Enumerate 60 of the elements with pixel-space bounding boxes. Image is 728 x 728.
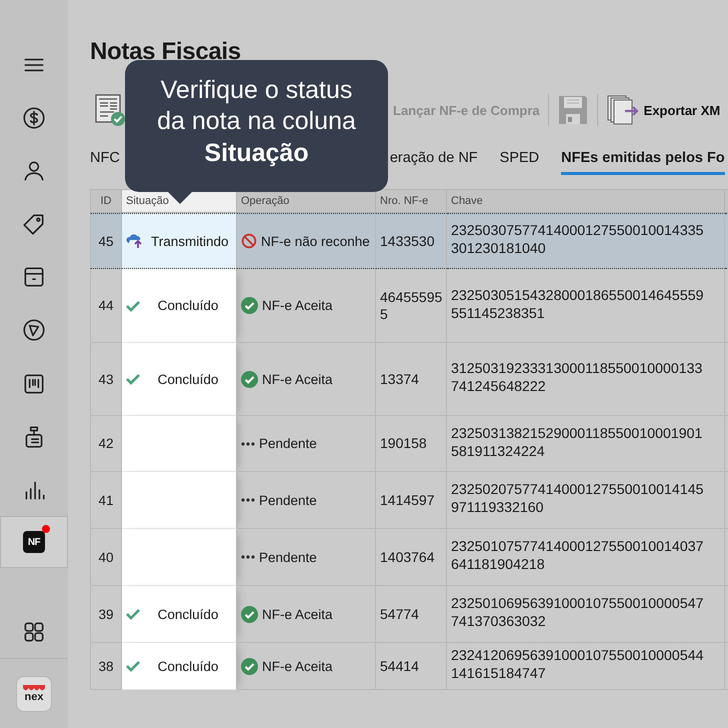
access-key: 23241206956391000107550010000544141615184747 — [451, 648, 706, 684]
cloud-upload-icon — [126, 233, 144, 249]
id-cell: 45 — [90, 213, 122, 269]
invoice-number: 464555955 — [380, 288, 443, 322]
check-circle-icon — [241, 370, 258, 388]
access-key: 23250207577414000127550010014145971119332160 — [451, 482, 706, 518]
check-circle-icon — [241, 606, 258, 622]
prohibited-icon — [241, 233, 257, 249]
operation-text: Pendente — [259, 492, 317, 508]
operation-text: NF-e Aceita — [262, 606, 333, 622]
export-documents-icon — [606, 94, 640, 126]
check-circle-icon — [241, 658, 258, 674]
check-icon — [126, 608, 140, 620]
access-key: 23250106956391000107550010000547741370363032 — [451, 596, 706, 632]
invoice-number: 190158 — [380, 435, 428, 452]
tooltip-pointer — [167, 191, 193, 204]
column-header[interactable]: Nro. NF-e — [376, 189, 447, 213]
operation-text: NF-e Aceita — [262, 372, 333, 386]
column-header[interactable]: ID — [90, 189, 122, 213]
status-text: Concluído — [158, 606, 218, 622]
disc-icon — [21, 317, 47, 344]
status-text: Transmitindo — [151, 234, 229, 248]
tab[interactable]: NFEs emitidas pelos Fo — [561, 146, 725, 175]
sidebar-item[interactable]: NF — [0, 516, 68, 568]
app-logo[interactable]: nex — [16, 676, 52, 712]
invoice-number: 13374 — [380, 370, 420, 388]
tab[interactable]: eração de NF — [390, 146, 478, 175]
status-text: Concluído — [158, 372, 218, 386]
access-key: 23250107577414000127550010014037641181904218 — [451, 539, 706, 575]
nf-logo-icon: NF — [23, 531, 45, 554]
export-button[interactable]: Exportar XM — [606, 94, 720, 126]
ellipsis-icon — [241, 555, 255, 559]
operation-text: Pendente — [259, 436, 317, 451]
invoice-number: 1433530 — [380, 232, 436, 250]
access-key: 23250313821529000118550010001901581911324224 — [451, 426, 706, 462]
invoice-number: 1403764 — [380, 548, 436, 566]
check-icon — [126, 660, 140, 672]
dollar-icon — [21, 104, 47, 131]
check-icon — [126, 300, 140, 312]
operation-text: NF-e Aceita — [262, 298, 333, 313]
operation-text: Pendente — [259, 550, 317, 564]
tab[interactable]: SPED — [500, 146, 540, 175]
check-circle-icon — [241, 297, 258, 314]
tab[interactable]: NFC — [90, 146, 120, 175]
tooltip: Verifique o status da nota na coluna Situação — [125, 60, 388, 192]
save-icon — [556, 94, 589, 126]
status-text: Concluído — [158, 298, 218, 313]
status-text: Concluído — [158, 658, 218, 674]
column-header[interactable]: Chave — [447, 189, 725, 213]
operation-text: NF-e não reconhe — [261, 234, 370, 248]
check-icon — [126, 373, 140, 385]
invoice-number: 1414597 — [380, 492, 436, 508]
ellipsis-icon — [241, 442, 255, 446]
access-key: 23250305154328000186550014645559551145238351 — [451, 288, 706, 324]
access-key: 23250307577414000127550010014335301230181040 — [451, 223, 706, 259]
invoice-number: 54774 — [380, 606, 420, 622]
operation-text: NF-e Aceita — [262, 658, 333, 674]
invoice-number: 54414 — [380, 658, 420, 674]
ellipsis-icon — [241, 498, 255, 502]
access-key: 31250319233313000118550010000133741245648222 — [451, 361, 706, 397]
